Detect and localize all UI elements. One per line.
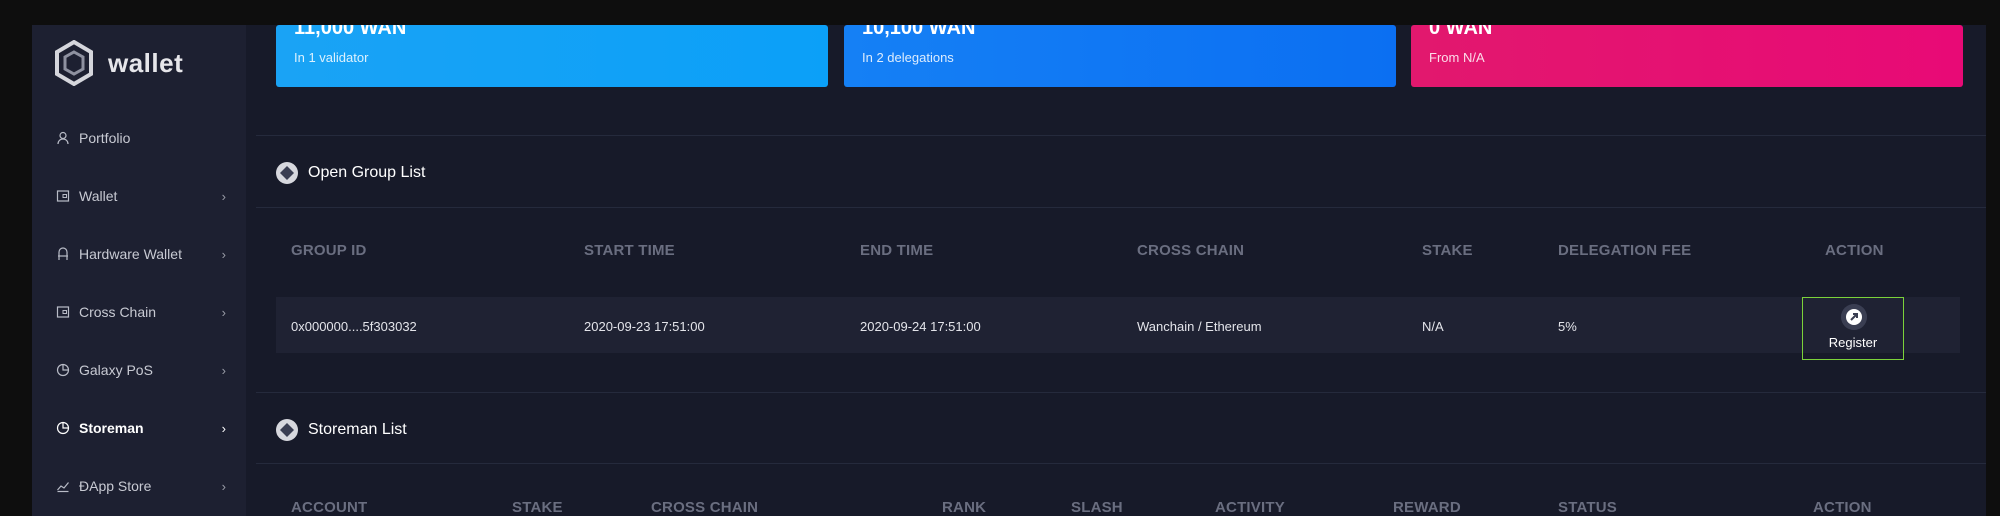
cell-start-time: 2020-09-23 17:51:00 <box>584 319 705 334</box>
logo-text: wallet <box>108 47 184 78</box>
card-subtitle: In 1 validator <box>294 50 369 65</box>
window-top-bar <box>0 0 2000 25</box>
column-header-action: ACTION <box>1825 242 1884 259</box>
open-group-list-header: Open Group List <box>276 162 425 184</box>
sidebar-item-label: ÐApp Store <box>79 478 152 494</box>
chevron-right-icon: › <box>221 420 226 436</box>
column-header-slash[interactable]: SLASH <box>1071 499 1123 516</box>
sidebar-item-galaxy-pos[interactable]: Galaxy PoS › <box>32 350 246 390</box>
column-header-account[interactable]: ACCOUNT <box>291 499 367 516</box>
cell-stake: N/A <box>1422 319 1444 334</box>
sidebar-item-label: Galaxy PoS <box>79 362 153 378</box>
sidebar-item-label: Wallet <box>79 188 118 204</box>
right-gutter <box>1986 25 2000 516</box>
cell-delegation-fee: 5% <box>1558 319 1577 334</box>
storeman-list-header: Storeman List <box>276 419 407 441</box>
app-logo: wallet <box>54 40 183 86</box>
section-divider <box>256 207 1986 208</box>
sidebar-item-label: Cross Chain <box>79 304 157 320</box>
chevron-right-icon: › <box>221 246 226 262</box>
hardware-icon <box>58 247 68 260</box>
column-header-delegation-fee[interactable]: DELEGATION FEE <box>1558 242 1691 259</box>
sidebar-item-portfolio[interactable]: Portfolio <box>32 118 246 158</box>
register-label: Register <box>1828 335 1878 350</box>
column-header-cross-chain[interactable]: CROSS CHAIN <box>651 499 758 516</box>
card-value: 11,000 WAN <box>294 25 407 39</box>
left-gutter <box>0 25 32 516</box>
column-header-group-id[interactable]: GROUP ID <box>291 242 367 259</box>
chevron-right-icon: › <box>221 304 226 320</box>
delegation-summary-card: 10,100 WAN In 2 delegations <box>844 25 1396 87</box>
cell-end-time: 2020-09-24 17:51:00 <box>860 319 981 334</box>
sidebar-item-wallet[interactable]: Wallet › <box>32 176 246 216</box>
reward-summary-card: 0 WAN From N/A <box>1411 25 1963 87</box>
section-title: Storeman List <box>308 421 407 438</box>
card-value: 10,100 WAN <box>862 25 976 39</box>
section-diamond-icon <box>276 419 298 441</box>
cross-chain-icon <box>56 306 70 318</box>
column-header-status[interactable]: STATUS <box>1558 499 1617 516</box>
column-header-end-time[interactable]: END TIME <box>860 242 933 259</box>
cell-cross-chain: Wanchain / Ethereum <box>1137 319 1262 334</box>
wanchain-logo-icon <box>55 40 93 86</box>
user-icon <box>57 131 69 145</box>
table-row <box>276 297 1960 353</box>
chevron-right-icon: › <box>221 188 226 204</box>
pie-chart-icon <box>56 421 70 435</box>
column-header-activity[interactable]: ACTIVITY <box>1215 499 1285 516</box>
section-title: Open Group List <box>308 164 426 181</box>
sidebar-item-label: Storeman <box>79 420 144 436</box>
chevron-right-icon: › <box>221 478 226 494</box>
wallet-icon <box>56 190 70 202</box>
sidebar-item-storeman[interactable]: Storeman › <box>32 408 246 448</box>
sidebar-item-hardware-wallet[interactable]: Hardware Wallet › <box>32 234 246 274</box>
line-chart-icon <box>57 482 69 493</box>
pie-chart-icon <box>56 363 70 377</box>
section-divider <box>256 463 1986 464</box>
section-diamond-icon <box>276 162 298 184</box>
sidebar-item-label: Portfolio <box>79 130 131 146</box>
card-subtitle: From N/A <box>1429 50 1485 65</box>
column-header-cross-chain[interactable]: CROSS CHAIN <box>1137 242 1244 259</box>
sidebar-item-label: Hardware Wallet <box>79 246 182 262</box>
sidebar-item-dapp-store[interactable]: ÐApp Store › <box>32 466 246 506</box>
card-subtitle: In 2 delegations <box>862 50 954 65</box>
section-divider <box>256 135 1986 136</box>
column-header-action: ACTION <box>1813 499 1872 516</box>
chevron-right-icon: › <box>221 362 226 378</box>
column-header-stake[interactable]: STAKE <box>512 499 563 516</box>
cell-group-id: 0x000000....5f303032 <box>291 319 417 334</box>
register-button[interactable]: Register <box>1802 297 1904 360</box>
column-header-stake[interactable]: STAKE <box>1422 242 1473 259</box>
card-value: 0 WAN <box>1429 25 1493 39</box>
main-content <box>246 25 1986 516</box>
arrow-up-right-icon <box>1841 304 1867 330</box>
column-header-start-time[interactable]: START TIME <box>584 242 675 259</box>
section-divider <box>256 392 1986 393</box>
column-header-reward[interactable]: REWARD <box>1393 499 1461 516</box>
sidebar-item-cross-chain[interactable]: Cross Chain › <box>32 292 246 332</box>
stake-summary-card: 11,000 WAN In 1 validator <box>276 25 828 87</box>
column-header-rank[interactable]: RANK <box>942 499 986 516</box>
